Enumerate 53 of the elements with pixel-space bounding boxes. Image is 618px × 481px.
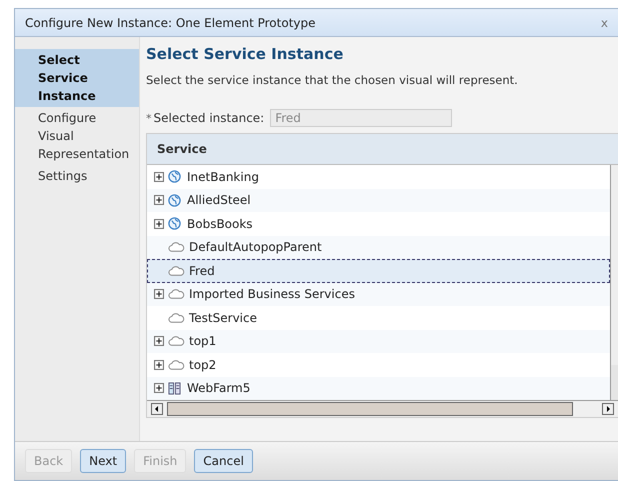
expand-icon[interactable] xyxy=(154,360,164,370)
server-rack-icon xyxy=(168,382,181,395)
required-mark: * xyxy=(146,112,152,124)
tree-row[interactable]: InetBanking xyxy=(147,165,610,188)
description-text: Select the service instance that the chosen visual will represent. xyxy=(146,73,519,87)
page-heading: Select Service Instance xyxy=(146,45,344,63)
service-name: TestService xyxy=(189,310,257,325)
step-item[interactable]: Select Service Instance xyxy=(15,49,139,107)
service-name: Fred xyxy=(189,264,215,278)
service-name: top1 xyxy=(189,334,216,348)
tree-row[interactable]: top2 xyxy=(147,353,610,376)
tree-row[interactable]: top1 xyxy=(147,330,610,353)
service-name: top2 xyxy=(189,358,216,372)
tree-row[interactable]: AlliedSteel xyxy=(147,188,610,212)
service-name: BobsBooks xyxy=(187,216,253,231)
scroll-left-icon[interactable] xyxy=(151,403,163,415)
expand-icon[interactable] xyxy=(154,336,164,346)
column-header[interactable]: Service xyxy=(147,134,618,165)
tree-row[interactable]: TestService xyxy=(147,306,610,330)
globe-icon xyxy=(168,217,181,230)
globe-icon xyxy=(168,194,181,207)
expand-icon[interactable] xyxy=(154,289,164,300)
globe-icon xyxy=(168,170,181,184)
expand-icon[interactable] xyxy=(154,383,164,394)
cloud-icon xyxy=(168,264,185,277)
expand-icon[interactable] xyxy=(154,195,164,206)
tree-row[interactable]: Imported Business Services xyxy=(147,282,610,306)
field-label: Selected instance: xyxy=(154,111,264,125)
service-name: AlliedSteel xyxy=(187,193,251,208)
wizard-button[interactable]: Cancel xyxy=(194,449,253,473)
cloud-icon xyxy=(168,358,185,371)
window-title: Configure New Instance: One Element Prototype xyxy=(25,16,316,30)
wizard-button[interactable]: Next xyxy=(80,449,126,473)
service-name: DefaultAutopopParent xyxy=(189,240,322,254)
cloud-icon xyxy=(168,241,185,254)
scroll-right-icon[interactable] xyxy=(602,403,614,415)
step-item[interactable]: Settings xyxy=(15,165,139,187)
tree-row[interactable]: BobsBooks xyxy=(147,212,610,236)
tree-row[interactable]: DefaultAutopopParent xyxy=(147,236,610,259)
service-name: Imported Business Services xyxy=(189,287,355,302)
service-name: InetBanking xyxy=(187,170,259,184)
expand-icon[interactable] xyxy=(154,218,164,229)
tree-row[interactable]: WebFarm5 xyxy=(147,376,610,400)
cloud-icon xyxy=(168,335,185,348)
service-name: WebFarm5 xyxy=(187,381,250,396)
vertical-scrollbar[interactable] xyxy=(610,165,618,400)
tree-row[interactable]: Fred xyxy=(147,259,610,282)
step-item[interactable]: Configure Visual Representation xyxy=(15,107,139,165)
cloud-icon xyxy=(168,312,185,324)
cloud-icon xyxy=(168,288,185,300)
close-button[interactable]: x xyxy=(600,16,608,30)
horizontal-scrollbar[interactable] xyxy=(147,400,618,417)
expand-icon[interactable] xyxy=(154,172,164,182)
